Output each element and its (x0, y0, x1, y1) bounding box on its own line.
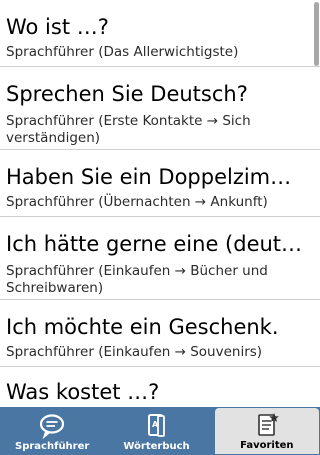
list-item[interactable]: Sprechen Sie Deutsch? Sprachführer (Erst… (0, 67, 320, 150)
item-title: Haben Sie ein Doppelzim… (6, 165, 292, 189)
item-title: Wo ist …? (6, 15, 109, 39)
item-subtitle: Sprachführer (Das Allerwichtigste) (6, 44, 239, 60)
item-title: Ich hätte gerne eine (deut… (6, 232, 303, 256)
tab-label: Favoriten (240, 440, 294, 451)
list-item[interactable]: Wo ist …? Sprachführer (Das Allerwichtig… (0, 0, 320, 67)
favorites-list[interactable]: Wo ist …? Sprachführer (Das Allerwichtig… (0, 0, 320, 407)
tab-label: Sprachführer (15, 441, 90, 452)
item-subtitle: Sprachführer (Erste Kontakte → Sich vers… (6, 113, 251, 146)
item-subtitle: Sprachführer (Übernachten → Ankunft) (6, 194, 268, 210)
tab-favoriten[interactable]: Favoriten (214, 408, 319, 454)
list-item[interactable]: Ich möchte ein Geschenk. Sprachführer (E… (0, 300, 320, 367)
item-subtitle: Sprachführer (Einkaufen → Bücher und Sch… (6, 263, 268, 296)
tab-bar: Sprachführer A Wörterbuch Favoriten (0, 407, 320, 455)
tab-sprachfuehrer[interactable]: Sprachführer (0, 407, 104, 455)
tab-woerterbuch[interactable]: A Wörterbuch (104, 407, 208, 455)
item-title: Ich möchte ein Geschenk. (6, 315, 279, 339)
svg-text:A: A (152, 420, 159, 429)
dictionary-icon: A (148, 414, 166, 437)
list-item[interactable]: Was kostet …? (0, 367, 320, 407)
item-title: Sprechen Sie Deutsch? (6, 82, 248, 106)
speech-bubble-icon (40, 414, 65, 439)
list-item[interactable]: Haben Sie ein Doppelzim… Sprachführer (Ü… (0, 150, 320, 217)
scrollbar[interactable] (314, 2, 319, 66)
list-item[interactable]: Ich hätte gerne eine (deut… Sprachführer… (0, 217, 320, 300)
item-title: Was kostet …? (6, 380, 160, 404)
tab-label: Wörterbuch (123, 441, 190, 452)
favorites-icon (258, 413, 279, 436)
item-subtitle: Sprachführer (Einkaufen → Souvenirs) (6, 344, 263, 360)
